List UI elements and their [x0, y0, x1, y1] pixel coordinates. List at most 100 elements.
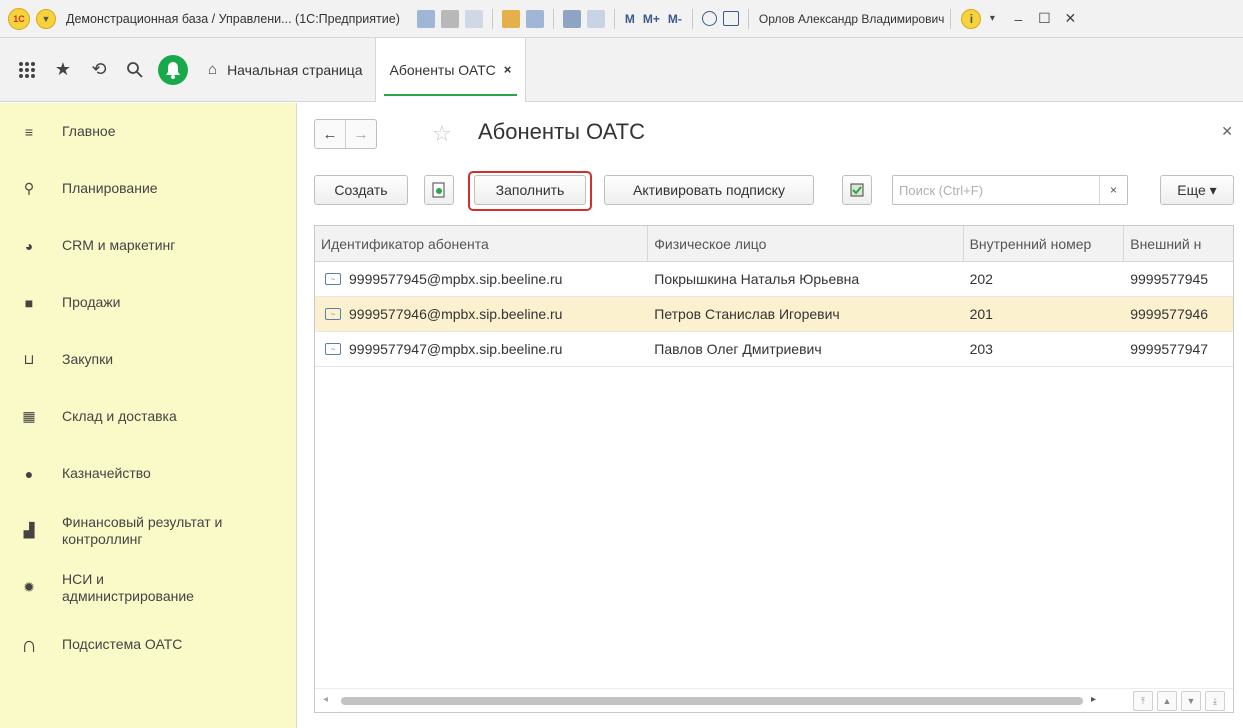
column-header[interactable]: Физическое лицо [648, 226, 964, 261]
history-icon[interactable]: ⟲ [84, 55, 114, 85]
scan-icon[interactable] [525, 9, 544, 28]
table-header: Идентификатор абонента Физическое лицо В… [315, 226, 1233, 262]
separator [950, 8, 952, 29]
gear-icon: ✹ [23, 579, 35, 595]
scroll-right-icon[interactable]: ▸ [1091, 694, 1096, 705]
cell-external: 9999577945 [1130, 271, 1209, 287]
history-nav: ← → [314, 119, 377, 149]
subscriber-icon: ~ [325, 343, 341, 355]
search-clear-icon[interactable]: × [1099, 176, 1127, 204]
sidebar-item-admin[interactable]: ✹ НСИ и администрирование [0, 559, 296, 616]
form-toolbar: Создать Заполнить Активировать подписку … [314, 171, 1234, 211]
sidebar-item-label: Закупки [62, 351, 114, 367]
list-settings-button[interactable] [842, 175, 872, 205]
apps-grid-icon[interactable] [12, 55, 42, 85]
sidebar-item-label: Планирование [62, 180, 158, 196]
bar-chart-icon: ▟ [23, 522, 35, 538]
sidebar-item-label: Подсистема ОАТС [62, 636, 183, 652]
scroll-thumb[interactable] [341, 697, 1083, 705]
preview-icon[interactable] [464, 9, 483, 28]
app-logo-icon[interactable]: 1С [8, 7, 30, 30]
sidebar-item-label: Финансовый результат и контроллинг [62, 513, 223, 547]
tab-subscribers-label: Абоненты ОАТС [389, 61, 496, 78]
info-icon[interactable]: i [961, 8, 982, 29]
scroll-down-icon[interactable]: ▼ [1181, 691, 1201, 711]
tab-home-label: Начальная страница [227, 61, 363, 78]
notifications-bell-icon[interactable] [158, 54, 188, 85]
upload-icon[interactable] [501, 9, 520, 28]
sidebar-item-planning[interactable]: ⚲ Планирование [0, 160, 296, 217]
sidebar-item-crm[interactable]: ◕ CRM и маркетинг [0, 217, 296, 274]
favorites-star-icon[interactable]: ★ [48, 55, 78, 85]
table-row[interactable]: ~9999577945@mpbx.sip.beeline.ru Покрышки… [315, 262, 1233, 297]
calculator-icon[interactable] [562, 9, 581, 28]
scroll-bottom-icon[interactable]: ⤓ [1205, 691, 1225, 711]
copy-button[interactable] [424, 175, 454, 205]
shopping-bag-icon: ■ [24, 294, 34, 311]
cell-internal: 203 [969, 341, 993, 357]
main-menu-chevron-icon[interactable]: ▼ [36, 8, 56, 29]
more-button[interactable]: Еще ▾ [1160, 175, 1234, 205]
sidebar-item-label: Главное [62, 123, 116, 139]
sidebar-item-label: НСИ и администрирование [62, 570, 194, 604]
tab-close-icon[interactable]: × [504, 62, 512, 77]
subscriber-icon: ~ [325, 308, 341, 320]
horizontal-scrollbar[interactable]: ◂ ▸ ⤒ ▲ ▼ ⤓ [315, 688, 1233, 712]
close-form-icon[interactable]: ✕ [1221, 123, 1233, 140]
menu-lines-icon: ≡ [24, 123, 34, 140]
column-header[interactable]: Внешний н [1124, 226, 1233, 261]
sidebar-item-main[interactable]: ≡ Главное [0, 103, 296, 160]
close-window-icon[interactable]: ✕ [1063, 10, 1077, 27]
zoom-icon[interactable] [701, 11, 717, 26]
search-icon[interactable] [120, 55, 150, 85]
sidebar-item-purchases[interactable]: ⊔ Закупки [0, 331, 296, 388]
cell-internal: 202 [969, 271, 993, 287]
sidebar-item-oats[interactable]: ∩ Подсистема ОАТС [0, 616, 296, 673]
memory-m-minus-button[interactable]: M- [668, 12, 682, 26]
sidebar-item-label: Склад и доставка [62, 408, 177, 424]
cell-text: 9999577945@mpbx.sip.beeline.ru [349, 271, 563, 287]
panel-toggle-icon[interactable] [722, 11, 739, 26]
table-row[interactable]: ~9999577947@mpbx.sip.beeline.ru Павлов О… [315, 332, 1233, 367]
back-arrow-icon[interactable]: ← [315, 120, 345, 148]
cell-text: 9999577946@mpbx.sip.beeline.ru [349, 306, 563, 322]
sidebar-item-label: CRM и маркетинг [62, 237, 176, 253]
current-user[interactable]: Орлов Александр Владимирович [759, 12, 945, 26]
section-bar: ★ ⟲ ⌂ Начальная страница Абоненты ОАТС × [0, 37, 1243, 102]
minimize-icon[interactable]: – [1011, 11, 1025, 27]
calendar-icon[interactable] [586, 9, 605, 28]
checklist-icon [850, 183, 864, 197]
favorite-star-icon[interactable]: ☆ [432, 121, 452, 147]
title-toolbar: M M+ M- Орлов Александр Владимирович i ▾… [414, 8, 1078, 29]
sidebar-item-treasury[interactable]: ● Казначейство [0, 445, 296, 502]
sidebar-item-sales[interactable]: ■ Продажи [0, 274, 296, 331]
scroll-top-icon[interactable]: ⤒ [1133, 691, 1153, 711]
page-title: Абоненты ОАТС [478, 119, 645, 144]
column-header[interactable]: Внутренний номер [964, 226, 1125, 261]
info-dropdown-icon[interactable]: ▾ [985, 13, 999, 24]
subscriber-icon: ~ [325, 273, 341, 285]
memory-m-plus-button[interactable]: M+ [643, 12, 660, 26]
save-icon[interactable] [416, 9, 435, 28]
memory-m-button[interactable]: M [625, 12, 635, 26]
forward-arrow-icon[interactable]: → [346, 120, 376, 148]
separator [691, 8, 693, 29]
activate-subscription-button[interactable]: Активировать подписку [604, 175, 814, 205]
scroll-up-icon[interactable]: ▲ [1157, 691, 1177, 711]
table-row[interactable]: ~9999577946@mpbx.sip.beeline.ru Петров С… [315, 297, 1233, 332]
tab-subscribers[interactable]: Абоненты ОАТС × [375, 37, 527, 102]
ruble-icon: ● [24, 465, 34, 482]
sidebar-item-label: Казначейство [62, 465, 151, 481]
maximize-icon[interactable]: ☐ [1037, 10, 1051, 27]
sidebar-item-warehouse[interactable]: ▦ Склад и доставка [0, 388, 296, 445]
tab-home[interactable]: ⌂ Начальная страница [200, 37, 376, 102]
cell-id: ~9999577945@mpbx.sip.beeline.ru [315, 262, 648, 296]
subscribers-table: Идентификатор абонента Физическое лицо В… [314, 225, 1234, 713]
column-header[interactable]: Идентификатор абонента [315, 226, 649, 261]
sidebar-item-finance[interactable]: ▟ Финансовый результат и контроллинг [0, 502, 296, 559]
create-button[interactable]: Создать [314, 175, 408, 205]
search-input[interactable] [893, 176, 1099, 204]
warehouse-icon: ▦ [22, 408, 36, 424]
scroll-left-icon[interactable]: ◂ [323, 694, 328, 705]
print-icon[interactable] [440, 9, 459, 28]
